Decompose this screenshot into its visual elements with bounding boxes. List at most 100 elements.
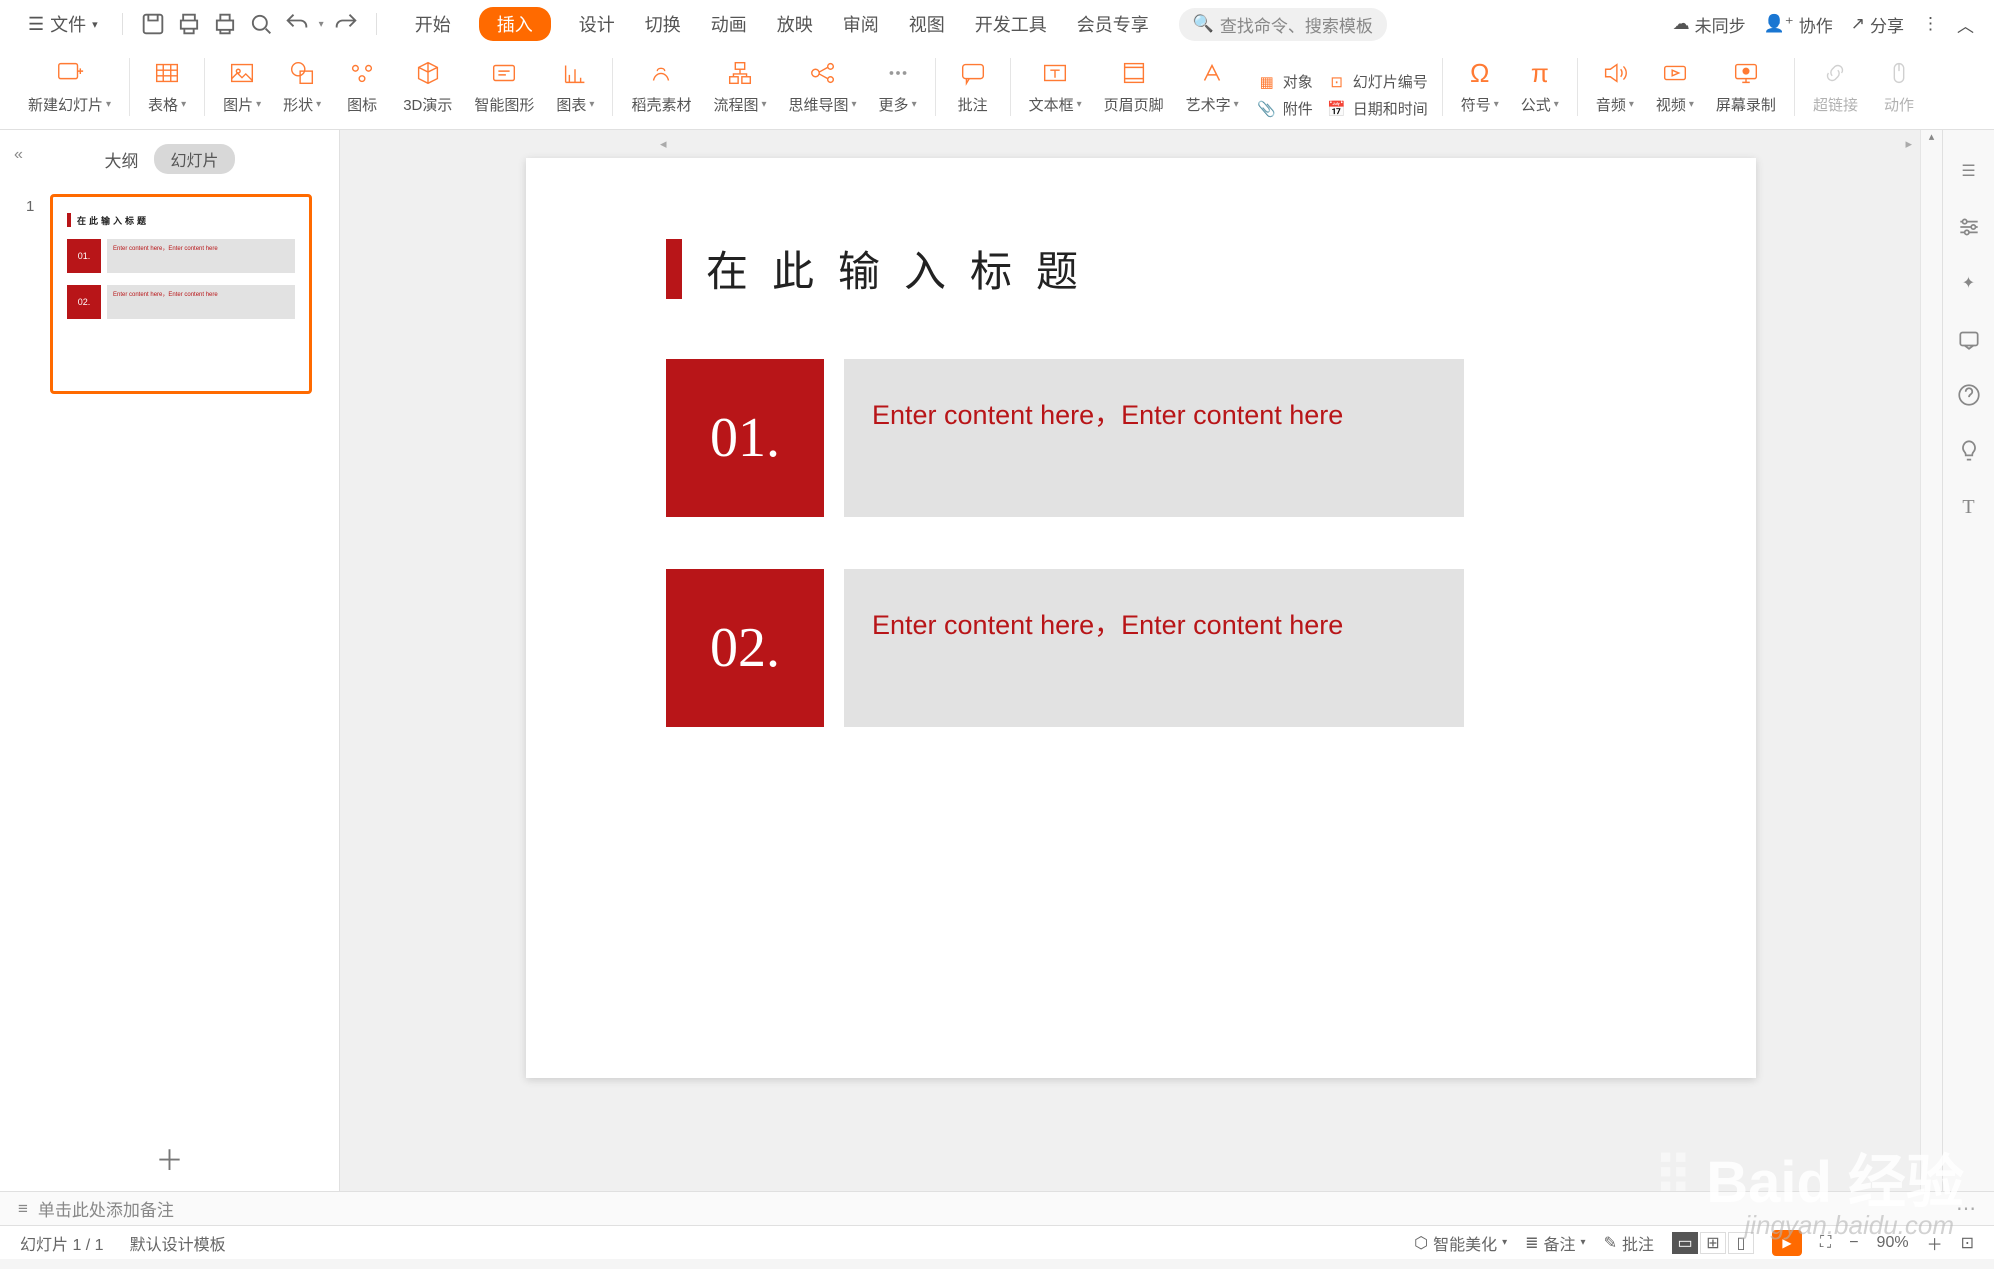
undo-caret[interactable]: ▾ <box>319 19 324 30</box>
tab-animation[interactable]: 动画 <box>709 7 749 41</box>
formula-button[interactable]: π公式▾ <box>1511 54 1569 119</box>
icon-lib-button[interactable]: 图标 <box>333 54 391 119</box>
zoom-in-button[interactable]: ＋ <box>1927 1231 1943 1255</box>
tab-review[interactable]: 审阅 <box>841 7 881 41</box>
table-button[interactable]: 表格▾ <box>138 54 196 119</box>
sorter-view-button[interactable]: ⊞ <box>1700 1232 1726 1254</box>
collapse-panel-button[interactable]: « <box>14 146 23 164</box>
panel-resize-left[interactable]: ◂ <box>660 136 667 152</box>
new-slide-button[interactable]: 新建幻灯片▾ <box>18 54 121 119</box>
collab-button[interactable]: 👤⁺协作 <box>1764 12 1833 37</box>
reading-view-button[interactable]: ▯ <box>1728 1232 1754 1254</box>
tab-home[interactable]: 开始 <box>413 7 453 41</box>
number-badge: 01. <box>666 359 824 517</box>
tab-view[interactable]: 视图 <box>907 7 947 41</box>
picture-button[interactable]: 图片▾ <box>213 54 271 119</box>
notes-bar[interactable]: ≡ 单击此处添加备注 ⋯ <box>0 1191 1994 1225</box>
comments-button[interactable]: ✎批注 <box>1604 1231 1654 1255</box>
slides-tab[interactable]: 幻灯片 <box>154 144 234 174</box>
main-tabs: 开始 插入 设计 切换 动画 放映 审阅 视图 开发工具 会员专享 <box>413 7 1151 41</box>
slideshow-button[interactable]: ▶ <box>1772 1230 1802 1256</box>
action-button[interactable]: 动作 <box>1870 54 1928 119</box>
title-accent-bar <box>666 239 682 299</box>
tab-design[interactable]: 设计 <box>577 7 617 41</box>
insert-ribbon: 新建幻灯片▾ 表格▾ 图片▾ 形状▾ 图标 3D演示 智能图形 图表▾ 稻壳素材… <box>0 48 1994 129</box>
slide-canvas[interactable]: 在此输入标题 01. Enter content here，Enter cont… <box>526 158 1756 1078</box>
chevron-down-icon: ▾ <box>92 18 98 31</box>
outline-tab[interactable]: 大纲 <box>104 147 138 172</box>
notes-placeholder: 单击此处添加备注 <box>38 1196 174 1221</box>
chart-button[interactable]: 图表▾ <box>546 54 604 119</box>
wordart-icon <box>1197 58 1227 88</box>
slide-thumbnail[interactable]: 在此输入标题 01.Enter content here，Enter conte… <box>50 194 312 394</box>
panel-resize-right[interactable]: ▸ <box>1905 136 1912 152</box>
screen-record-icon <box>1731 58 1761 88</box>
zoom-out-button[interactable]: − <box>1849 1234 1858 1252</box>
symbol-button[interactable]: Ω符号▾ <box>1451 54 1509 119</box>
collapse-right-icon[interactable]: ☰ <box>1956 158 1982 184</box>
pi-icon: π <box>1525 58 1555 88</box>
speaker-icon <box>1600 58 1630 88</box>
tab-insert[interactable]: 插入 <box>479 7 551 41</box>
normal-view-button[interactable]: ▭ <box>1672 1232 1698 1254</box>
content-block-2[interactable]: 02. Enter content here，Enter content her… <box>666 569 1686 727</box>
present-box-icon[interactable] <box>1956 326 1982 352</box>
undo-icon[interactable] <box>283 10 311 38</box>
header-footer-button[interactable]: 页眉页脚 <box>1094 54 1174 119</box>
settings-slider-icon[interactable] <box>1956 214 1982 240</box>
text-tool-icon[interactable]: T <box>1956 494 1982 520</box>
tab-transition[interactable]: 切换 <box>643 7 683 41</box>
print-preview-icon[interactable] <box>175 10 203 38</box>
slide-title[interactable]: 在此输入标题 <box>706 238 1102 299</box>
attachment-button[interactable]: 📎附件 <box>1257 98 1313 119</box>
comment-button[interactable]: 批注 <box>944 54 1002 119</box>
object-button[interactable]: ▦对象 <box>1257 71 1313 92</box>
preview-icon[interactable] <box>247 10 275 38</box>
wordart-button[interactable]: 艺术字▾ <box>1176 54 1249 119</box>
content-text[interactable]: Enter content here，Enter content here <box>844 569 1464 727</box>
redo-icon[interactable] <box>332 10 360 38</box>
omega-icon: Ω <box>1465 58 1495 88</box>
smart-graphic-button[interactable]: 智能图形 <box>464 54 544 119</box>
fit-window-button[interactable]: ⛶ <box>1820 1234 1831 1252</box>
slide-panel: « 大纲 幻灯片 1 在此输入标题 01.Enter content here，… <box>0 130 340 1191</box>
collapse-ribbon[interactable]: ︿ <box>1957 12 1974 37</box>
screen-record-button[interactable]: 屏幕录制 <box>1706 54 1786 119</box>
beautify-button[interactable]: ⬡智能美化▾ <box>1414 1231 1507 1255</box>
scroll-up-icon[interactable]: ▴ <box>1921 130 1942 150</box>
slide-number-button[interactable]: ⊡幻灯片编号 <box>1327 71 1428 92</box>
shape-button[interactable]: 形状▾ <box>273 54 331 119</box>
video-button[interactable]: 视频▾ <box>1646 54 1704 119</box>
share-button[interactable]: ↗分享 <box>1851 12 1904 37</box>
print-icon[interactable] <box>211 10 239 38</box>
sync-button[interactable]: ☁未同步 <box>1673 12 1746 37</box>
save-icon[interactable] <box>139 10 167 38</box>
calendar-icon: 📅 <box>1327 99 1347 119</box>
tab-member[interactable]: 会员专享 <box>1075 7 1151 41</box>
hyperlink-button[interactable]: 超链接 <box>1803 54 1868 119</box>
tab-slideshow[interactable]: 放映 <box>775 7 815 41</box>
flowchart-button[interactable]: 流程图▾ <box>703 54 776 119</box>
command-search[interactable]: 🔍 查找命令、搜索模板 <box>1179 8 1387 41</box>
more-menu[interactable]: ⋮ <box>1922 14 1939 34</box>
docer-button[interactable]: 稻壳素材 <box>621 54 701 119</box>
fit-page-button[interactable]: ⊡ <box>1961 1233 1974 1253</box>
date-time-button[interactable]: 📅日期和时间 <box>1327 98 1428 119</box>
help-icon[interactable] <box>1956 382 1982 408</box>
notes-more-icon[interactable]: ⋯ <box>1956 1196 1976 1221</box>
file-menu[interactable]: ☰ 文件 ▾ <box>20 7 106 41</box>
audio-button[interactable]: 音频▾ <box>1586 54 1644 119</box>
separator <box>376 13 377 35</box>
bulb-icon[interactable] <box>1956 438 1982 464</box>
content-block-1[interactable]: 01. Enter content here，Enter content her… <box>666 359 1686 517</box>
content-text[interactable]: Enter content here，Enter content here <box>844 359 1464 517</box>
mindmap-button[interactable]: 思维导图▾ <box>779 54 867 119</box>
vertical-scrollbar[interactable]: ▴ <box>1920 130 1942 1191</box>
textbox-button[interactable]: 文本框▾ <box>1019 54 1092 119</box>
tab-devtools[interactable]: 开发工具 <box>973 7 1049 41</box>
3d-button[interactable]: 3D演示 <box>393 54 462 119</box>
notes-button[interactable]: ≣备注▾ <box>1525 1231 1585 1255</box>
more-button[interactable]: 更多▾ <box>869 54 927 119</box>
add-slide-button[interactable]: ＋ <box>0 1127 339 1191</box>
sparkle-icon[interactable]: ✦ <box>1956 270 1982 296</box>
